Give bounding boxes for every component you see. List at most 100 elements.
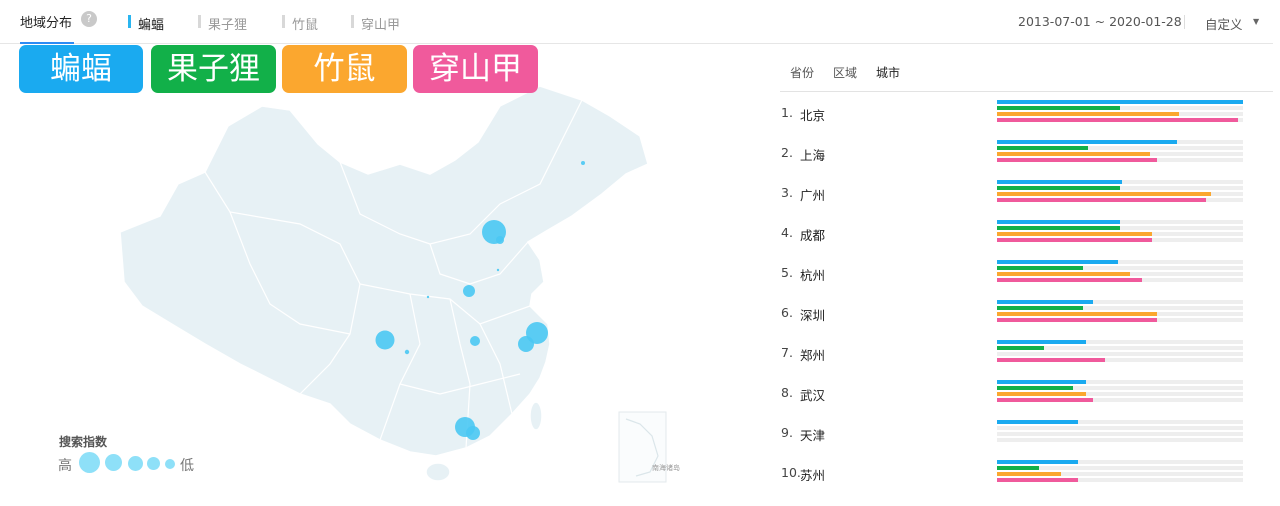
bar-track (997, 426, 1243, 430)
bar-track (997, 392, 1243, 396)
bar-track (997, 278, 1243, 282)
bar-track (997, 472, 1243, 476)
tab-indicator (128, 15, 131, 28)
bar-fill (997, 198, 1206, 202)
bar-track (997, 346, 1243, 350)
bar-fill (997, 186, 1120, 190)
city-name: 上海 (800, 148, 826, 163)
bar-track (997, 352, 1243, 356)
tab-indicator (282, 15, 285, 28)
bar-fill (997, 312, 1157, 316)
subtab-region[interactable]: 区域 (833, 64, 857, 81)
bar-fill (997, 340, 1086, 344)
bar-track (997, 152, 1243, 156)
bar-fill (997, 358, 1105, 362)
bar-track (997, 118, 1243, 122)
bar-track (997, 260, 1243, 264)
date-range[interactable]: 2013-07-01 ~ 2020-01-28 (1018, 14, 1182, 29)
bar-track (997, 312, 1243, 316)
rank-number: 9. (781, 425, 793, 440)
divider (1184, 15, 1185, 29)
subtab-city[interactable]: 城市 (876, 64, 900, 81)
city-bubble[interactable] (518, 336, 534, 352)
city-name: 成都 (800, 228, 826, 243)
city-bubble[interactable] (470, 336, 480, 346)
subtab-province[interactable]: 省份 (790, 64, 814, 81)
city-name: 杭州 (800, 268, 826, 283)
bar-track (997, 140, 1243, 144)
keyword-chip-4[interactable]: 穿山甲 (413, 45, 538, 93)
bar-fill (997, 386, 1073, 390)
bar-track (997, 220, 1243, 224)
bar-track (997, 432, 1243, 436)
city-bubble[interactable] (404, 349, 410, 355)
china-landmass (119, 85, 649, 457)
bar-track (997, 180, 1243, 184)
bar-fill (997, 420, 1078, 424)
rank-number: 10. (781, 465, 801, 480)
legend-low-label: 低 (180, 458, 194, 474)
legend-dot-small (165, 459, 175, 469)
tab-keyword-1[interactable]: 蝙蝠 (128, 14, 164, 33)
bar-fill (997, 180, 1122, 184)
bar-fill (997, 466, 1039, 470)
bar-track (997, 192, 1243, 196)
rank-number: 1. (781, 105, 793, 120)
bar-track (997, 226, 1243, 230)
keyword-chip-2[interactable]: 果子狸 (151, 45, 276, 93)
bar-track (997, 106, 1243, 110)
legend-dot (105, 454, 122, 471)
tab-keyword-4[interactable]: 穿山甲 (351, 14, 400, 33)
tab-keyword-2[interactable]: 果子狸 (198, 14, 247, 33)
city-bubble[interactable] (426, 295, 430, 299)
bar-track (997, 158, 1243, 162)
city-name: 北京 (800, 108, 826, 123)
help-icon[interactable]: ? (81, 11, 97, 27)
bar-fill (997, 232, 1152, 236)
bar-track (997, 420, 1243, 424)
tab-keyword-3[interactable]: 竹鼠 (282, 14, 318, 33)
inset-map-label: 南海诸岛 (652, 463, 680, 472)
bar-fill (997, 300, 1093, 304)
page-title: 地域分布 (20, 12, 75, 44)
bar-track (997, 460, 1243, 464)
bar-fill (997, 118, 1238, 122)
bar-fill (997, 146, 1088, 150)
legend-high-label: 高 (58, 458, 72, 474)
rank-number: 5. (781, 265, 793, 280)
bar-track (997, 232, 1243, 236)
rank-number: 7. (781, 345, 793, 360)
rank-number: 6. (781, 305, 793, 320)
city-bubble[interactable] (463, 285, 475, 297)
city-bubble[interactable] (496, 236, 504, 244)
bar-track (997, 466, 1243, 470)
bar-fill (997, 192, 1211, 196)
bar-fill (997, 460, 1078, 464)
bar-fill (997, 238, 1152, 242)
city-bubble[interactable] (375, 330, 395, 350)
city-name: 武汉 (800, 388, 826, 403)
bar-fill (997, 158, 1157, 162)
city-bubble[interactable] (581, 161, 585, 165)
bar-fill (997, 472, 1061, 476)
keyword-chip-1[interactable]: 蝙蝠 (19, 45, 143, 93)
rank-number: 4. (781, 225, 793, 240)
chevron-down-icon[interactable]: ▼ (1253, 17, 1259, 26)
bar-fill (997, 260, 1118, 264)
bar-track (997, 478, 1243, 482)
bar-track (997, 438, 1243, 442)
city-bubble[interactable] (466, 426, 480, 440)
bar-fill (997, 100, 1243, 104)
city-bubble[interactable] (496, 268, 500, 272)
china-map: 南海诸岛 (0, 44, 780, 506)
tab-label: 竹鼠 (292, 18, 319, 33)
hainan-island (425, 462, 451, 482)
bar-track (997, 112, 1243, 116)
keyword-chip-3[interactable]: 竹鼠 (282, 45, 407, 93)
bar-track (997, 198, 1243, 202)
bar-track (997, 340, 1243, 344)
bar-fill (997, 318, 1157, 322)
custom-range-dropdown[interactable]: 自定义 (1205, 14, 1243, 33)
bar-track (997, 358, 1243, 362)
bar-fill (997, 140, 1177, 144)
